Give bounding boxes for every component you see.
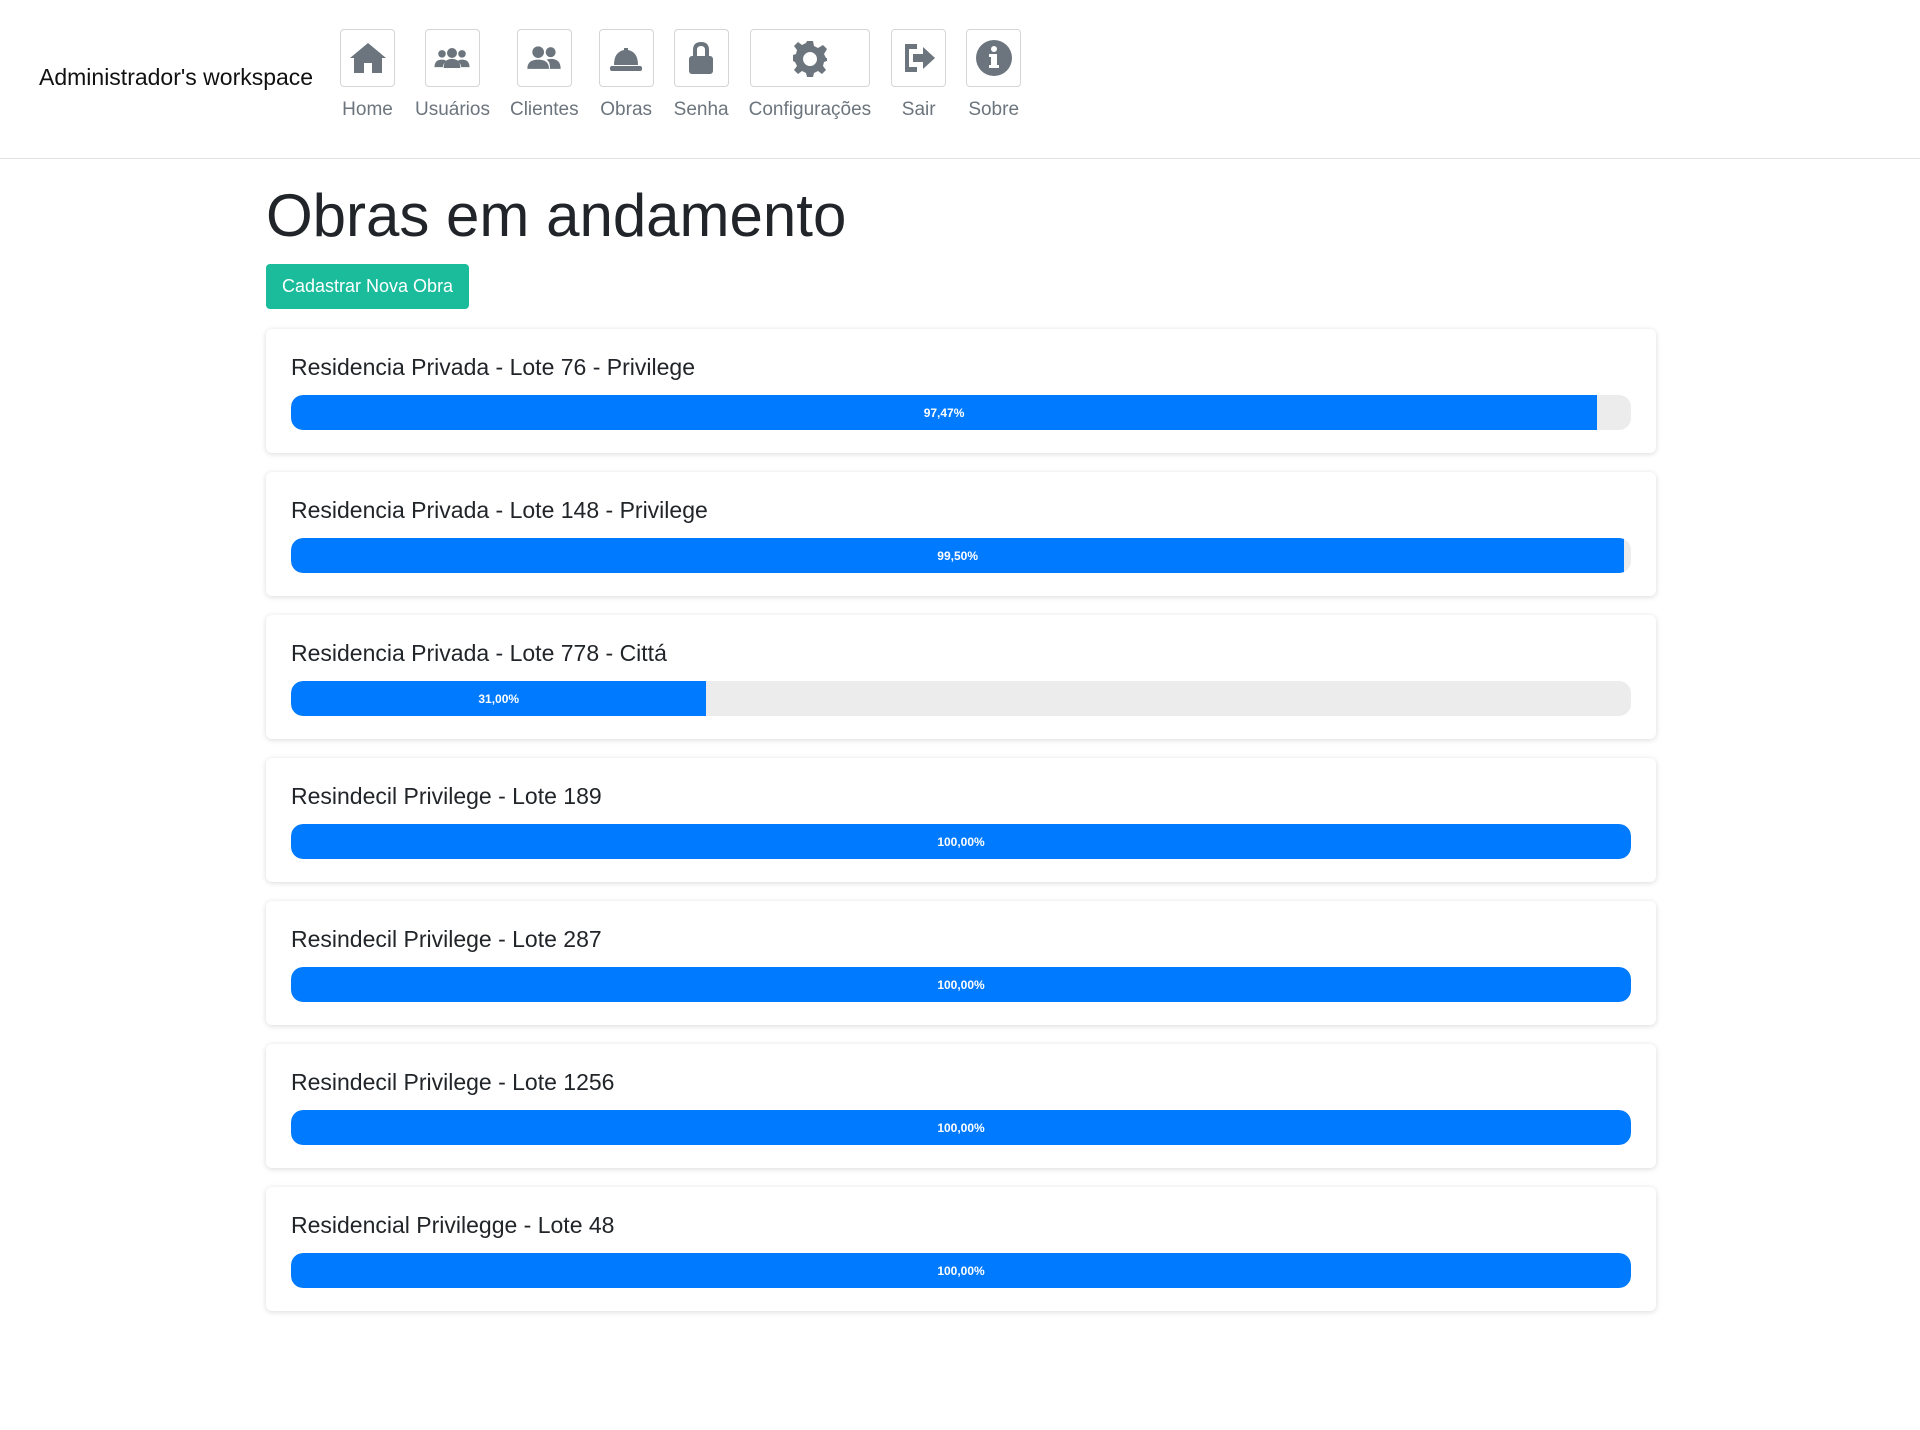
project-card[interactable]: Residencia Privada - Lote 76 - Privilege…	[266, 329, 1656, 453]
workspace-brand: Administrador's workspace	[39, 64, 314, 90]
project-title: Resindecil Privilege - Lote 1256	[291, 1069, 615, 1095]
main-content: Obras em andamento Cadastrar Nova Obra R…	[266, 180, 1656, 1330]
project-card[interactable]: Resindecil Privilege - Lote 189 100,00%	[266, 758, 1656, 882]
project-card[interactable]: Residencia Privada - Lote 778 - Cittá 31…	[266, 615, 1656, 739]
project-title: Residencia Privada - Lote 778 - Cittá	[291, 640, 667, 666]
progress-bar: 100,00%	[291, 1110, 1631, 1145]
nav-label-home: Home	[342, 99, 393, 120]
nav-label-obras: Obras	[600, 99, 653, 120]
senha-button[interactable]	[673, 29, 729, 87]
project-title: Resindecil Privilege - Lote 189	[291, 783, 602, 809]
nav-obras[interactable]: Obras	[598, 29, 654, 121]
project-title: Resindecil Privilege - Lote 287	[291, 926, 602, 952]
project-list: Residencia Privada - Lote 76 - Privilege…	[266, 329, 1656, 1311]
gear-icon	[792, 41, 827, 77]
home-button[interactable]	[340, 29, 395, 87]
nav-label-sobre: Sobre	[968, 99, 1020, 120]
progress-track: 99,50%	[291, 538, 1631, 573]
progress-bar: 99,50%	[291, 538, 1625, 573]
progress-track: 100,00%	[291, 1110, 1631, 1145]
progress-track: 97,47%	[291, 395, 1631, 430]
project-card[interactable]: Resindecil Privilege - Lote 287 100,00%	[266, 901, 1656, 1025]
progress-track: 100,00%	[291, 1253, 1631, 1288]
progress-bar: 100,00%	[291, 967, 1631, 1002]
obras-button[interactable]	[598, 29, 654, 87]
project-card[interactable]: Residencia Privada - Lote 148 - Privileg…	[266, 472, 1656, 596]
nav-sobre[interactable]: Sobre	[966, 29, 1022, 121]
main-nav: Home Usuários Clientes Obras Senha Confi…	[340, 29, 1041, 121]
progress-bar: 31,00%	[291, 681, 707, 716]
progress-track: 31,00%	[291, 681, 1631, 716]
add-project-button[interactable]: Cadastrar Nova Obra	[266, 264, 470, 309]
project-title: Residencia Privada - Lote 148 - Privileg…	[291, 497, 708, 523]
nav-sair[interactable]: Sair	[891, 29, 947, 121]
lock-icon	[689, 42, 714, 74]
nav-usuarios[interactable]: Usuários	[415, 29, 490, 121]
nav-home[interactable]: Home	[340, 29, 395, 121]
nav-configuracoes[interactable]: Configurações	[748, 29, 872, 121]
nav-label-senha: Senha	[673, 99, 729, 120]
info-icon	[975, 40, 1012, 76]
project-title: Residencial Privilegge - Lote 48	[291, 1212, 615, 1238]
nav-label-sair: Sair	[901, 99, 936, 120]
progress-track: 100,00%	[291, 824, 1631, 859]
nav-label-clientes: Clientes	[509, 99, 579, 120]
sobre-button[interactable]	[966, 29, 1022, 87]
hard-hat-icon	[610, 48, 643, 71]
progress-bar: 100,00%	[291, 824, 1631, 859]
users-group-icon	[434, 48, 470, 68]
configuracoes-button[interactable]	[749, 29, 870, 87]
page-title: Obras em andamento	[266, 182, 847, 249]
project-title: Residencia Privada - Lote 76 - Privilege	[291, 354, 695, 380]
progress-bar: 100,00%	[291, 1253, 1631, 1288]
nav-label-configuracoes: Configurações	[748, 99, 872, 120]
clients-icon	[527, 46, 561, 69]
nav-clientes[interactable]: Clientes	[510, 29, 579, 121]
progress-track: 100,00%	[291, 967, 1631, 1002]
home-icon	[349, 43, 386, 73]
project-card[interactable]: Residencial Privilegge - Lote 48 100,00%	[266, 1187, 1656, 1311]
top-navbar: Administrador's workspace Home Usuários …	[0, 0, 1920, 159]
nav-label-usuarios: Usuários	[415, 99, 490, 120]
clientes-button[interactable]	[516, 29, 572, 87]
project-card[interactable]: Resindecil Privilege - Lote 1256 100,00%	[266, 1044, 1656, 1168]
usuarios-button[interactable]	[424, 29, 480, 87]
nav-senha[interactable]: Senha	[673, 29, 729, 121]
sair-button[interactable]	[891, 29, 947, 87]
progress-bar: 97,47%	[291, 395, 1598, 430]
sign-out-icon	[904, 44, 935, 72]
